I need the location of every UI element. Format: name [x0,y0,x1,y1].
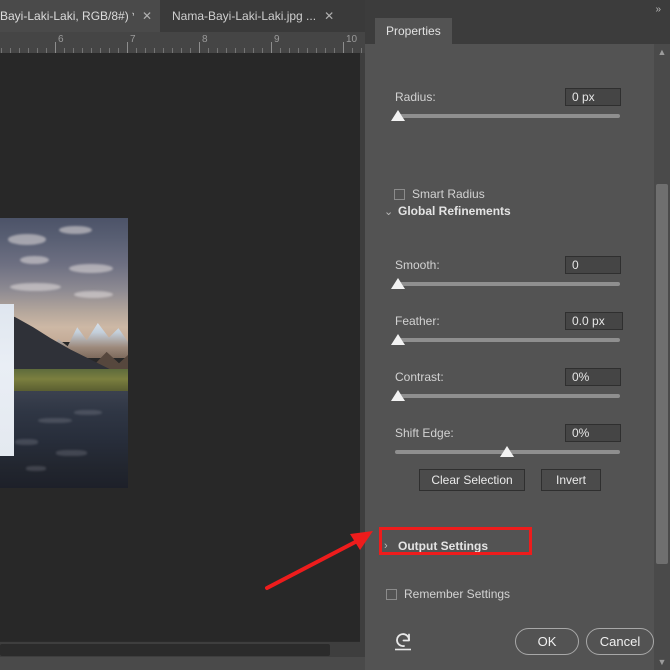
ruler-tick-label: 8 [202,34,208,45]
shift-edge-label: Shift Edge: [395,426,454,440]
section-global-refinements[interactable]: ⌄ Global Refinements [384,204,511,218]
output-settings-label: Output Settings [398,539,488,553]
ruler-major-tick [271,42,272,53]
contrast-label: Contrast: [395,370,444,384]
section-output-settings[interactable]: › Output Settings [384,539,488,553]
cancel-button[interactable]: Cancel [586,628,654,655]
close-icon[interactable]: ✕ [142,10,152,22]
panel-vertical-scrollbar[interactable]: ▲ ▼ [654,44,670,670]
feather-slider-track[interactable] [395,338,620,342]
smooth-row: Smooth: [395,258,440,272]
photo-field [0,369,128,391]
contrast-slider-thumb[interactable] [391,390,406,402]
document-tab-label: Nama-Bayi-Laki-Laki.jpg ... [172,9,317,23]
chevron-down-icon: ⌄ [384,205,394,218]
close-icon[interactable]: ✕ [324,10,334,22]
document-bottom-bar [0,657,365,670]
cancel-label: Cancel [599,634,641,649]
vertical-scroll-thumb[interactable] [656,184,668,564]
image-canvas[interactable] [0,53,360,641]
canvas-photo [0,218,128,488]
remember-settings-label: Remember Settings [404,587,511,601]
radius-slider-thumb[interactable] [391,110,406,122]
document-tab-bar: Bayi-Laki-Laki, RGB/8#) * ✕ Nama-Bayi-La… [0,0,365,32]
contrast-input[interactable]: 0% [565,368,621,386]
smooth-label: Smooth: [395,258,440,272]
feather-slider-thumb[interactable] [391,334,406,346]
shift-edge-row: Shift Edge: [395,426,454,440]
smooth-value: 0 [572,258,579,272]
invert-button[interactable]: Invert [541,469,601,491]
remember-settings-checkbox[interactable] [386,589,397,600]
smart-radius-checkbox[interactable] [394,189,405,200]
ruler-tick-label: 10 [346,34,358,45]
chevron-down-icon[interactable]: ▼ [654,654,670,670]
ruler-major-tick [199,42,200,53]
clear-selection-label: Clear Selection [431,473,513,487]
horizontal-scrollbar[interactable] [0,641,360,658]
document-tab-inactive[interactable]: Nama-Bayi-Laki-Laki.jpg ... ✕ [160,0,344,32]
shift-edge-slider-thumb[interactable] [500,446,515,458]
invert-label: Invert [555,473,586,487]
ruler-tick-label: 7 [130,34,136,45]
radius-value: 0 px [572,90,595,104]
tab-properties[interactable]: Properties [375,18,452,44]
panel-content: Radius: 0 px Smart Radius ⌄ Global Refin… [365,44,654,670]
smart-radius-label: Smart Radius [412,187,485,201]
shift-edge-value: 0% [572,426,590,440]
document-tab-label: Bayi-Laki-Laki, RGB/8#) * [0,9,134,23]
feather-label: Feather: [395,314,440,328]
photo-selection-strip [0,304,14,456]
feather-row: Feather: [395,314,440,328]
ruler-major-tick [55,42,56,53]
tab-bar-empty [344,0,365,32]
radius-input[interactable]: 0 px [565,88,621,106]
feather-value: 0.0 px [572,314,605,328]
radius-slider-track[interactable] [395,114,620,118]
properties-panel: » Properties Radius: 0 px Smart Radius ⌄… [365,0,670,670]
double-chevron-right-icon[interactable]: » [655,4,660,15]
smart-radius-row[interactable]: Smart Radius [412,187,485,201]
global-refinements-label: Global Refinements [398,204,511,218]
panel-top-strip: » [365,0,670,18]
reset-arrow-icon[interactable] [393,630,415,652]
chevron-up-icon[interactable]: ▲ [654,44,670,60]
tab-properties-label: Properties [386,24,441,38]
document-tab-active[interactable]: Bayi-Laki-Laki, RGB/8#) * ✕ [0,0,160,32]
smooth-slider-track[interactable] [395,282,620,286]
ruler-major-tick [343,42,344,53]
contrast-slider-track[interactable] [395,394,620,398]
shift-edge-input[interactable]: 0% [565,424,621,442]
ruler-major-tick [127,42,128,53]
radius-row: Radius: [395,90,436,104]
horizontal-scroll-thumb[interactable] [0,644,330,656]
ok-label: OK [537,634,557,649]
smooth-slider-thumb[interactable] [391,278,406,290]
chevron-right-icon: › [384,540,388,552]
radius-label: Radius: [395,90,436,104]
contrast-value: 0% [572,370,590,384]
remember-settings-row[interactable]: Remember Settings [404,587,510,601]
horizontal-ruler: 6 7 8 9 10 [0,32,365,54]
panel-tab-row: Properties [365,18,670,44]
contrast-row: Contrast: [395,370,444,384]
smooth-input[interactable]: 0 [565,256,621,274]
document-area: Bayi-Laki-Laki, RGB/8#) * ✕ Nama-Bayi-La… [0,0,365,670]
clear-selection-button[interactable]: Clear Selection [419,469,525,491]
ruler-tick-label: 9 [274,34,280,45]
feather-input[interactable]: 0.0 px [565,312,623,330]
ok-button[interactable]: OK [515,628,579,655]
app-window: Bayi-Laki-Laki, RGB/8#) * ✕ Nama-Bayi-La… [0,0,670,670]
ruler-tick-label: 6 [58,34,64,45]
